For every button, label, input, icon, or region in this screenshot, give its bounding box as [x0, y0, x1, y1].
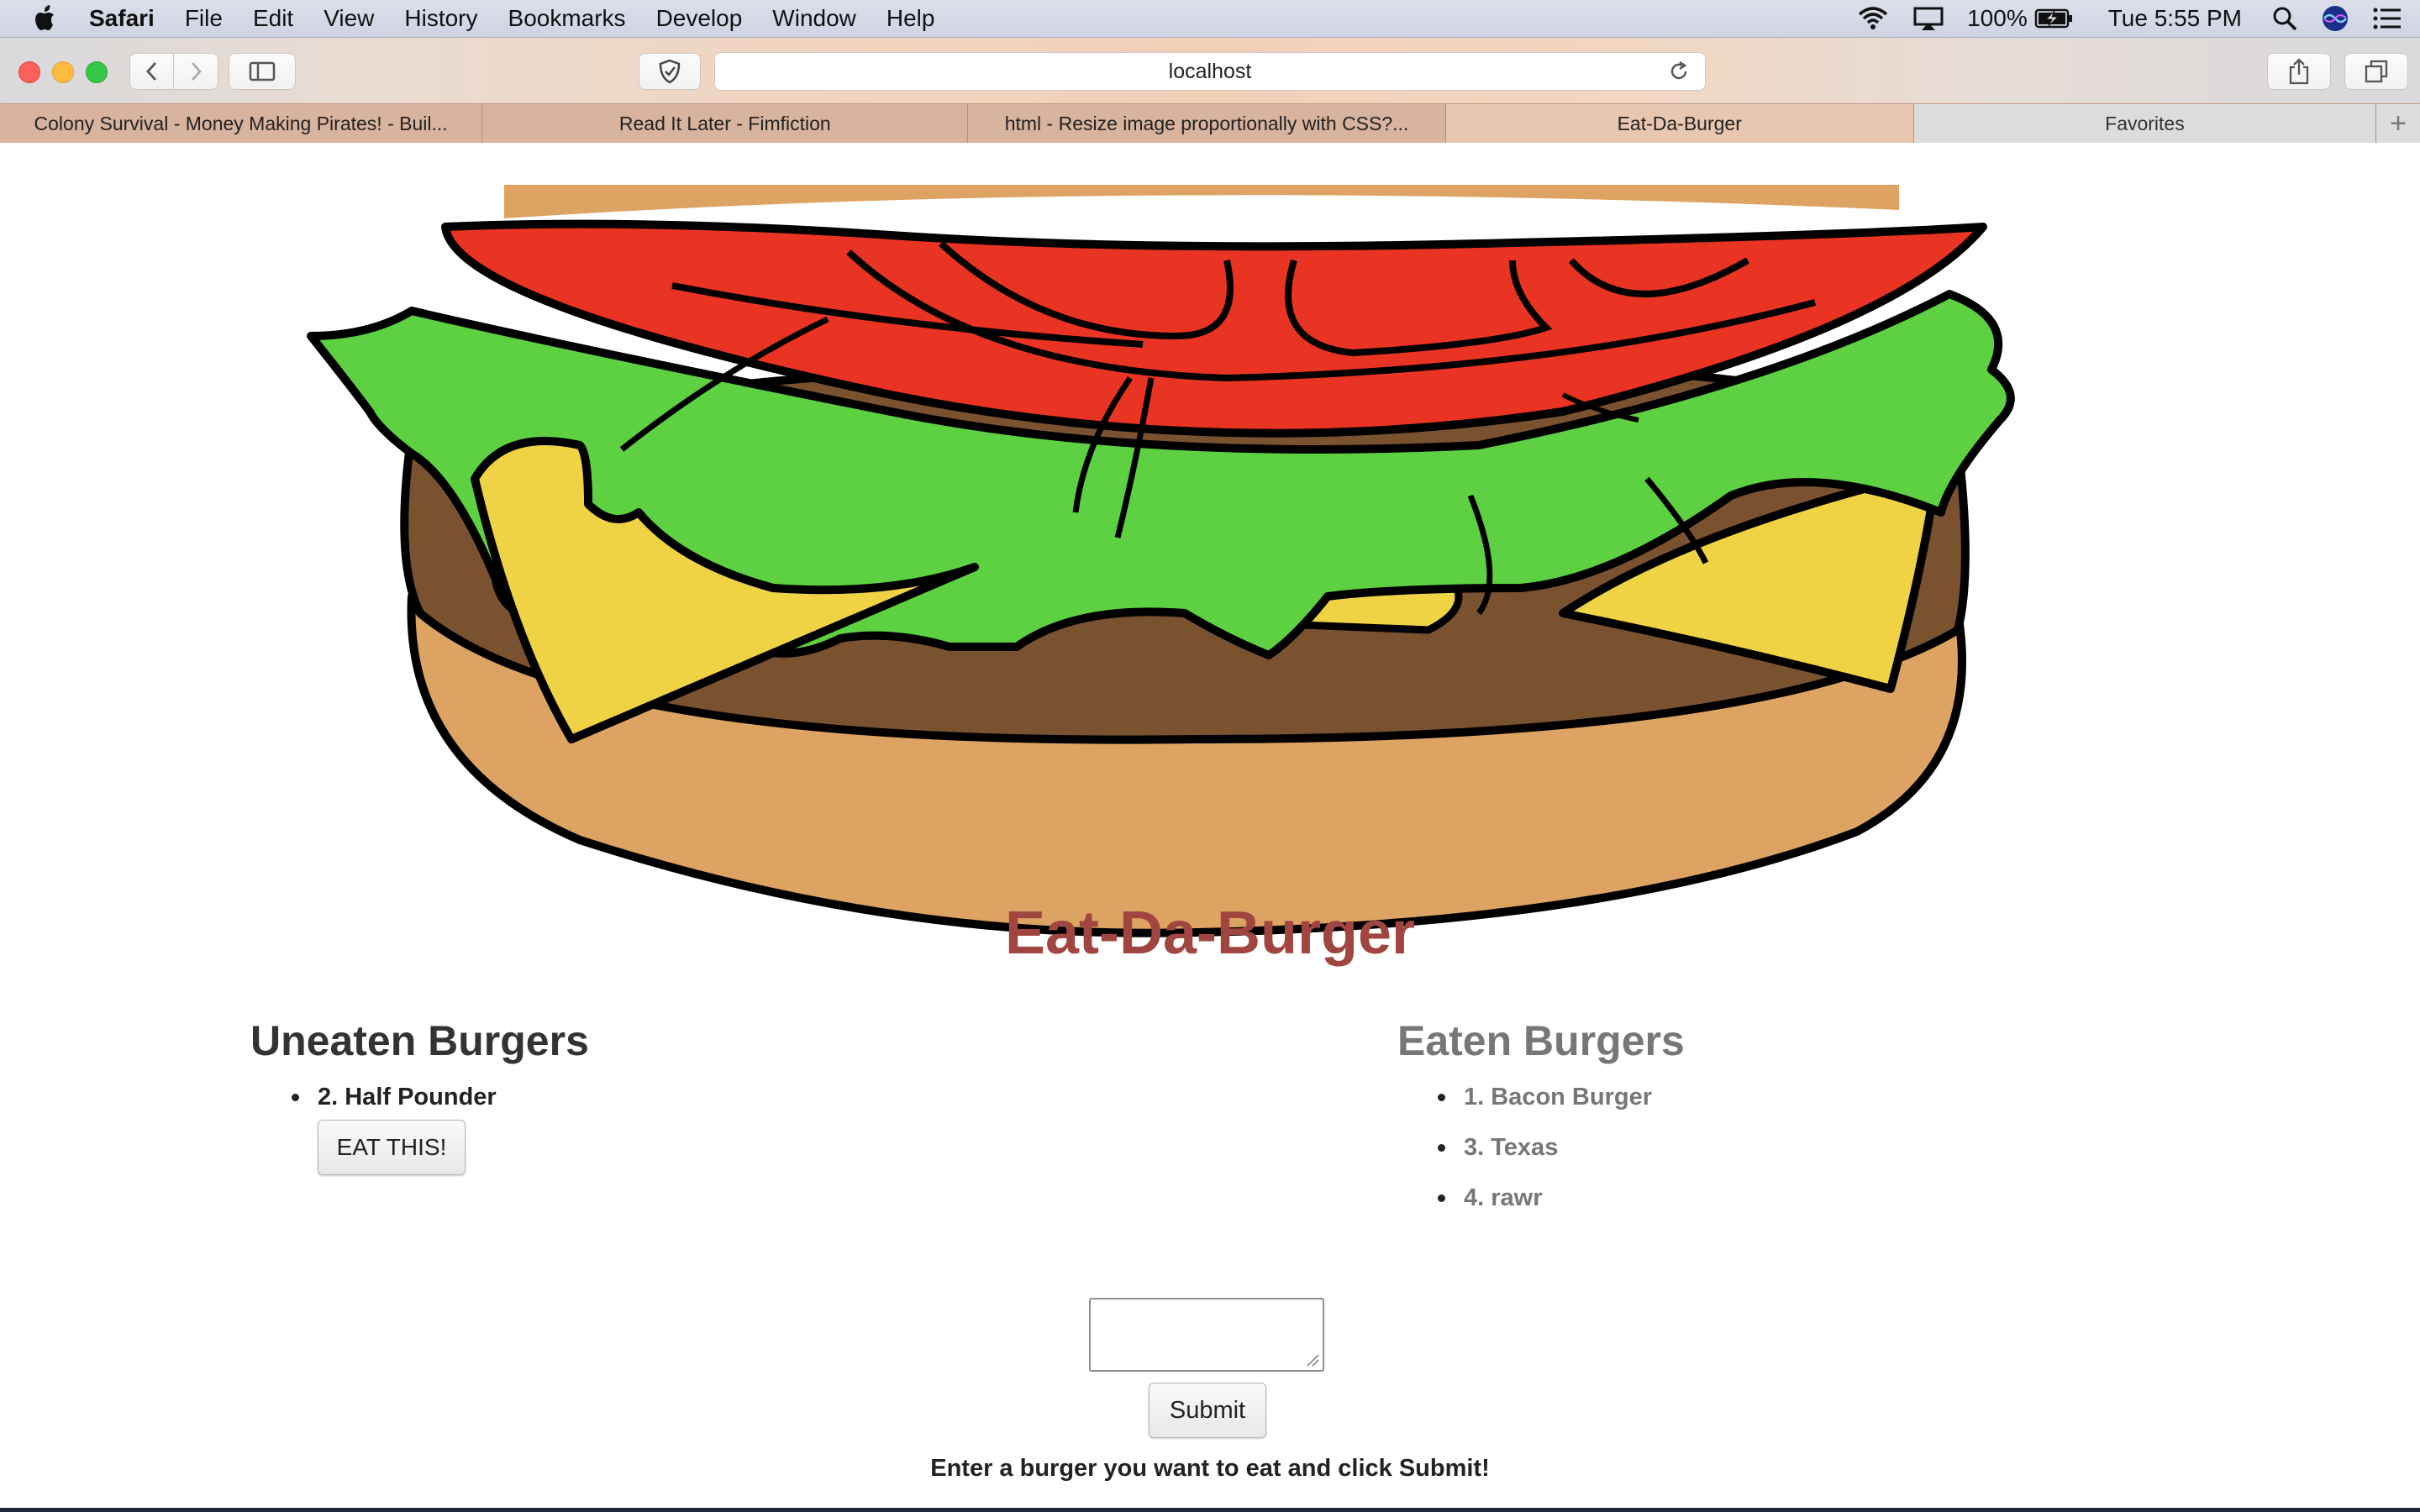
menu-edit[interactable]: Edit: [253, 5, 293, 32]
menu-help[interactable]: Help: [886, 5, 935, 32]
bullet-icon: [1438, 1094, 1445, 1101]
back-button[interactable]: [129, 53, 175, 90]
tab-read-it-later[interactable]: Read It Later - Fimfiction: [482, 104, 969, 143]
close-window-button[interactable]: [18, 61, 40, 83]
battery-charging-icon[interactable]: [2034, 8, 2073, 29]
burger-name: 3. Texas: [1464, 1134, 1559, 1161]
tabs-overview-icon: [2365, 60, 2388, 83]
tab-favorites[interactable]: Favorites: [1913, 104, 2377, 143]
menu-bar: Safari File Edit View History Bookmarks …: [0, 0, 2420, 38]
menu-file[interactable]: File: [185, 5, 223, 32]
dock-edge: [0, 1508, 2420, 1512]
list-item: 3. Texas: [1438, 1131, 1652, 1164]
burger-name-input[interactable]: [1089, 1298, 1324, 1372]
tab-title: Favorites: [2105, 112, 2185, 134]
resize-grip-icon[interactable]: [1306, 1353, 1319, 1367]
submit-button[interactable]: Submit: [1149, 1383, 1266, 1438]
wifi-icon[interactable]: [1856, 6, 1890, 31]
menu-view[interactable]: View: [324, 5, 374, 32]
reload-icon[interactable]: [1668, 60, 1690, 82]
menu-bookmarks[interactable]: Bookmarks: [508, 5, 626, 32]
shield-icon: [659, 59, 681, 84]
apple-icon[interactable]: [32, 4, 60, 33]
page-title: Eat-Da-Burger: [1004, 900, 1416, 967]
uneaten-burgers-list: 2. Half Pounder EAT THIS!: [292, 1080, 497, 1175]
forward-button[interactable]: [173, 53, 218, 90]
sidebar-toggle-button[interactable]: [229, 53, 296, 90]
show-all-tabs-button[interactable]: [2344, 53, 2408, 90]
new-tab-button[interactable]: +: [2376, 104, 2420, 143]
bullet-icon: [292, 1094, 299, 1101]
list-item: 1. Bacon Burger: [1438, 1080, 1652, 1114]
airplay-icon[interactable]: [1913, 6, 1944, 31]
menu-window[interactable]: Window: [772, 5, 856, 32]
burger-image: [307, 185, 2015, 937]
burger-name: 4. rawr: [1464, 1184, 1543, 1211]
eat-this-button[interactable]: EAT THIS!: [318, 1120, 466, 1175]
tab-title: Eat-Da-Burger: [1617, 112, 1742, 134]
list-item: 4. rawr: [1438, 1181, 1652, 1215]
plus-icon: +: [2390, 107, 2407, 139]
sidebar-icon: [249, 61, 276, 81]
chevron-left-icon: [146, 62, 157, 81]
eaten-burgers-list: 1. Bacon Burger 3. Texas 4. rawr: [1438, 1080, 1652, 1231]
minimize-window-button[interactable]: [52, 61, 74, 83]
bullet-icon: [1438, 1194, 1445, 1202]
menubar-clock[interactable]: Tue 5:55 PM: [2108, 5, 2242, 32]
eaten-burgers-heading: Eaten Burgers: [1397, 1017, 1685, 1064]
uneaten-burgers-heading: Uneaten Burgers: [250, 1017, 589, 1064]
tab-resize-image[interactable]: html - Resize image proportionally with …: [968, 104, 1446, 143]
tab-eat-da-burger[interactable]: Eat-Da-Burger: [1445, 104, 1914, 143]
address-url: localhost: [1168, 59, 1252, 83]
browser-toolbar: localhost: [0, 38, 2420, 103]
spotlight-search-icon[interactable]: [2272, 6, 2297, 31]
list-item: 2. Half Pounder EAT THIS!: [292, 1080, 497, 1175]
tab-title: html - Resize image proportionally with …: [1004, 112, 1409, 134]
privacy-report-button[interactable]: [639, 53, 701, 90]
notification-center-icon[interactable]: [2373, 7, 2402, 30]
siri-icon[interactable]: [2321, 4, 2349, 33]
page-content: Eat-Da-Burger Uneaten Burgers 2. Half Po…: [0, 143, 2420, 1510]
burger-name: 2. Half Pounder: [318, 1084, 497, 1110]
menu-app-safari[interactable]: Safari: [89, 5, 155, 32]
share-icon: [2289, 58, 2309, 85]
zoom-window-button[interactable]: [86, 61, 108, 83]
burger-name: 1. Bacon Burger: [1464, 1084, 1652, 1110]
menu-develop[interactable]: Develop: [656, 5, 743, 32]
bullet-icon: [1438, 1144, 1445, 1152]
share-button[interactable]: [2267, 53, 2331, 90]
tab-bar: Colony Survival - Money Making Pirates! …: [0, 103, 2420, 144]
address-bar[interactable]: localhost: [714, 52, 1706, 91]
tab-title: Read It Later - Fimfiction: [618, 112, 831, 134]
tab-colony-survival[interactable]: Colony Survival - Money Making Pirates! …: [0, 104, 483, 143]
instructions-text: Enter a burger you want to eat and click…: [930, 1455, 1490, 1482]
chevron-right-icon: [191, 62, 202, 81]
battery-percent: 100%: [1967, 5, 2028, 31]
menu-history[interactable]: History: [404, 5, 477, 32]
tab-title: Colony Survival - Money Making Pirates! …: [34, 112, 448, 134]
